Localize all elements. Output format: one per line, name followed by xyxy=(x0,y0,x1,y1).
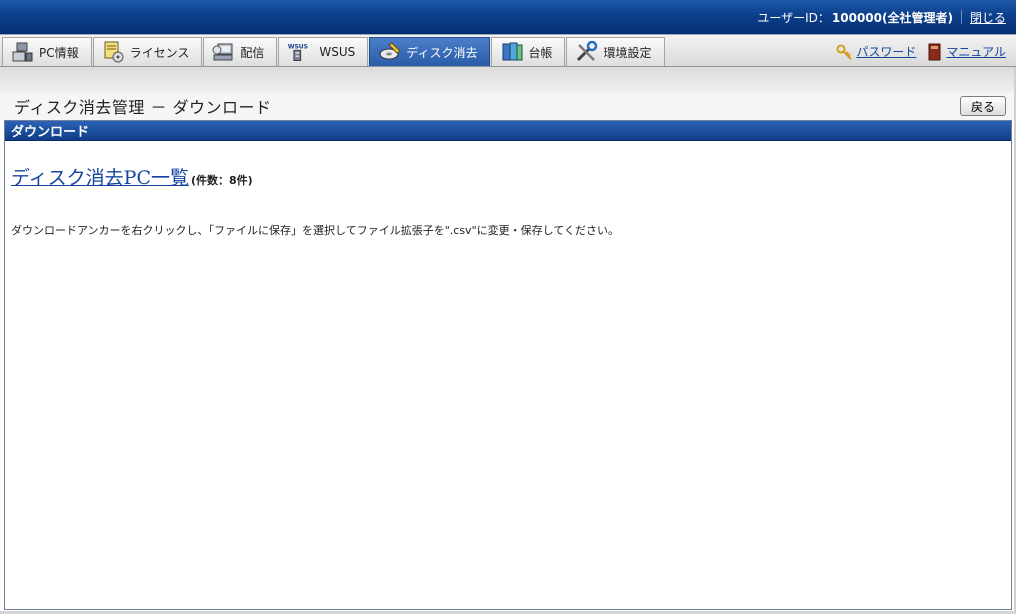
tab-label: 環境設定 xyxy=(603,45,652,60)
wsus-icon: WSUS xyxy=(287,41,315,63)
tab-label: ディスク消去 xyxy=(406,45,478,60)
tab-bottom-strip xyxy=(0,67,1016,92)
tab-settings[interactable]: 環境設定 xyxy=(566,37,665,66)
disk-erase-pc-list-download-link[interactable]: ディスク消去PC一覧 xyxy=(11,163,189,190)
tab-label: ライセンス xyxy=(129,45,190,60)
tab-wsus[interactable]: WSUS WSUS xyxy=(278,37,369,66)
tab-label: PC情報 xyxy=(39,45,79,60)
record-count: (件数：8件) xyxy=(191,174,253,187)
tab-disk-erase[interactable]: ディスク消去 xyxy=(369,37,491,66)
settings-icon xyxy=(575,41,599,63)
key-icon xyxy=(836,44,853,60)
ledger-icon xyxy=(500,41,524,63)
page-title: ディスク消去管理 － ダウンロード xyxy=(14,98,272,117)
password-link[interactable]: パスワード xyxy=(836,43,916,61)
user-id-label: ユーザーID： xyxy=(757,10,830,25)
download-instructions: ダウンロードアンカーを右クリックし、「ファイルに保存」を選択してファイル拡張子を… xyxy=(11,224,619,237)
tab-label: 台帳 xyxy=(528,45,553,60)
tab-label: WSUS xyxy=(319,45,356,59)
tab-license[interactable]: ライセンス xyxy=(92,37,203,66)
title-row: ディスク消去管理 － ダウンロード 戻る xyxy=(0,92,1016,120)
header-separator xyxy=(960,10,962,24)
header-tools: パスワード マニュアル xyxy=(826,37,1016,66)
wsus-icon-text: WSUS xyxy=(288,44,308,51)
tab-label: 配信 xyxy=(240,45,265,60)
top-header-bar: ユーザーID： 100000(全社管理者) 閉じる xyxy=(0,0,1016,34)
password-label: パスワード xyxy=(856,45,917,59)
pc-icon xyxy=(11,41,35,63)
tab-ledger[interactable]: 台帳 xyxy=(491,37,566,66)
license-icon xyxy=(102,41,126,63)
manual-label: マニュアル xyxy=(946,45,1006,59)
manual-link[interactable]: マニュアル xyxy=(926,43,1006,61)
disk-erase-icon xyxy=(378,41,402,63)
back-button[interactable]: 戻る xyxy=(960,96,1006,116)
distribution-icon xyxy=(212,41,236,63)
user-id-value: 100000(全社管理者) xyxy=(831,10,953,25)
book-icon xyxy=(928,43,941,60)
download-row: ディスク消去PC一覧 (件数：8件) xyxy=(11,163,1011,190)
main-tab-bar: PC情報 ライセンス 配信 WSUS WSUS ディスク消去 台帳 環境設定 パ… xyxy=(0,34,1016,67)
close-link[interactable]: 閉じる xyxy=(970,9,1006,26)
tab-distribution[interactable]: 配信 xyxy=(203,37,278,66)
tab-pc-info[interactable]: PC情報 xyxy=(2,37,92,66)
download-panel: ダウンロード ディスク消去PC一覧 (件数：8件) ダウンロードアンカーを右クリ… xyxy=(4,120,1012,610)
panel-header: ダウンロード xyxy=(5,121,1011,141)
